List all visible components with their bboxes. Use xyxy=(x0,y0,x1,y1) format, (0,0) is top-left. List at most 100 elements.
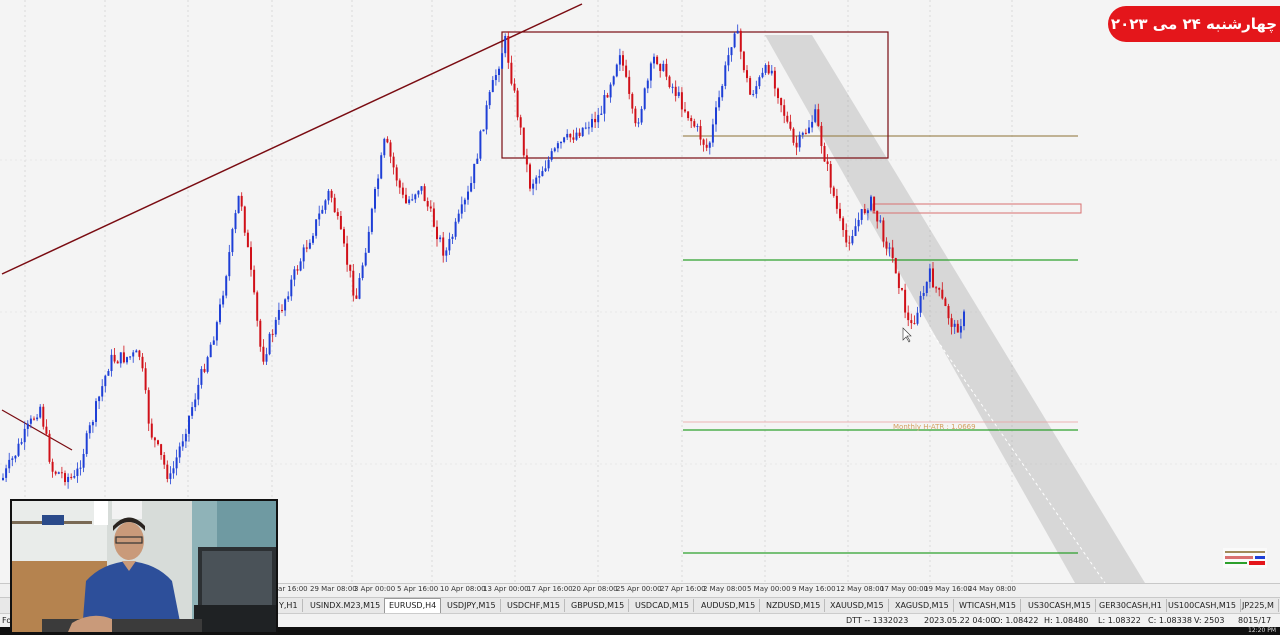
candle-body xyxy=(144,368,147,391)
candle-body xyxy=(411,199,414,201)
candle-body xyxy=(749,78,752,95)
chart-tab[interactable]: USDJPY,M15 xyxy=(443,599,501,612)
candle-body xyxy=(615,64,618,77)
chart-tab[interactable]: EURUSD,H4 xyxy=(384,598,442,614)
time-label: 3 Apr 00:00 xyxy=(354,585,396,593)
candle-body xyxy=(516,90,519,118)
candle-body xyxy=(705,144,708,148)
chart-tab[interactable]: AUDUSD,M15 xyxy=(697,599,761,612)
candle-body xyxy=(767,64,770,74)
candle-body xyxy=(8,459,11,469)
candle-body xyxy=(699,126,702,140)
candle-body xyxy=(355,295,358,299)
time-label: 17 May 00:00 xyxy=(880,585,929,593)
candle-body xyxy=(107,371,110,376)
candle-body xyxy=(327,190,330,201)
candle-body xyxy=(587,127,590,129)
candle-body xyxy=(445,250,448,256)
candle-body xyxy=(361,265,364,279)
chart-tab[interactable]: USDCHF,M15 xyxy=(503,599,565,612)
presenter-video xyxy=(10,499,278,634)
time-label: 2 May 08:00 xyxy=(703,585,747,593)
candle-body xyxy=(73,476,76,478)
candle-body xyxy=(423,186,426,202)
candle-body xyxy=(863,208,866,214)
candle-body xyxy=(773,70,776,89)
candle-body xyxy=(649,63,652,81)
candle-body xyxy=(783,105,786,116)
chart-tab[interactable]: US100CASH,M15 xyxy=(1164,599,1241,612)
candle-body xyxy=(928,268,931,282)
candle-body xyxy=(383,138,386,156)
candle-body xyxy=(119,352,122,364)
candle-body xyxy=(23,428,26,443)
candle-body xyxy=(532,183,535,189)
candle-body xyxy=(479,131,482,159)
candle-body xyxy=(14,455,17,459)
candle-body xyxy=(597,114,600,123)
candle-body xyxy=(408,199,411,204)
candle-body xyxy=(665,63,668,77)
chart-tab[interactable]: GBPUSD,M15 xyxy=(567,599,630,612)
candle-body xyxy=(963,311,965,327)
candle-body xyxy=(829,164,832,188)
price-chart[interactable]: Monthly H-ATR : 1.0669 xyxy=(0,0,1280,583)
candle-body xyxy=(724,65,727,86)
chart-tab[interactable]: JP225,M xyxy=(1238,599,1279,612)
candle-body xyxy=(414,194,417,200)
candle-body xyxy=(730,47,733,56)
date-badge: چهارشنبه ۲۴ می ۲۰۲۳ xyxy=(1108,6,1280,42)
chart-tab[interactable]: XAUUSD,M15 xyxy=(826,599,889,612)
candle-body xyxy=(808,127,810,134)
chart-tab[interactable]: US30CASH,M15 xyxy=(1024,599,1096,612)
candle-body xyxy=(761,72,764,78)
candle-body xyxy=(959,326,962,333)
chart-tab[interactable]: NZDUSD,M15 xyxy=(762,599,826,612)
candle-body xyxy=(296,269,299,271)
candle-body xyxy=(315,219,318,236)
chart-tab[interactable]: USDCAD,M15 xyxy=(631,599,694,612)
candle-body xyxy=(26,423,29,429)
candle-body xyxy=(339,216,342,230)
candle-body xyxy=(194,399,197,408)
candle-body xyxy=(234,213,237,230)
candle-body xyxy=(420,186,423,191)
candle-body xyxy=(256,292,259,321)
candle-body xyxy=(922,293,925,296)
candle-body xyxy=(79,467,82,469)
candle-body xyxy=(166,464,169,479)
chart-tab[interactable]: WTICASH,M15 xyxy=(955,599,1021,612)
candle-body xyxy=(814,109,817,122)
candle-body xyxy=(544,168,547,172)
chart-tab[interactable]: GER30CASH,H1 xyxy=(1095,599,1167,612)
candle-body xyxy=(680,92,683,110)
chart-tab[interactable]: USINDX.M23,M15 xyxy=(306,599,386,612)
candle-body xyxy=(866,210,869,214)
candle-body xyxy=(405,194,407,204)
candle-body xyxy=(268,333,271,355)
candle-body xyxy=(525,155,528,165)
chart-tab[interactable]: Y,H1 xyxy=(275,599,303,612)
time-label: 29 Mar 08:00 xyxy=(310,585,357,593)
candle-body xyxy=(98,396,101,402)
candle-body xyxy=(711,124,714,143)
candle-body xyxy=(622,55,624,66)
candle-body xyxy=(222,295,225,305)
candle-body xyxy=(153,437,156,441)
chart-tab[interactable]: XAGUSD,M15 xyxy=(891,599,954,612)
candle-body xyxy=(482,129,485,132)
candle-body xyxy=(380,155,383,179)
candle-body xyxy=(246,232,249,248)
candle-body xyxy=(817,109,820,126)
candle-body xyxy=(634,108,637,124)
candle-body xyxy=(842,218,845,231)
candle-body xyxy=(333,197,336,213)
candle-body xyxy=(786,115,789,122)
candle-body xyxy=(11,458,14,460)
candle-body xyxy=(560,142,562,144)
candle-body xyxy=(138,350,141,357)
candle-body xyxy=(956,323,959,333)
candle-body xyxy=(70,476,73,478)
candle-body xyxy=(225,276,228,296)
candle-body xyxy=(20,442,23,444)
